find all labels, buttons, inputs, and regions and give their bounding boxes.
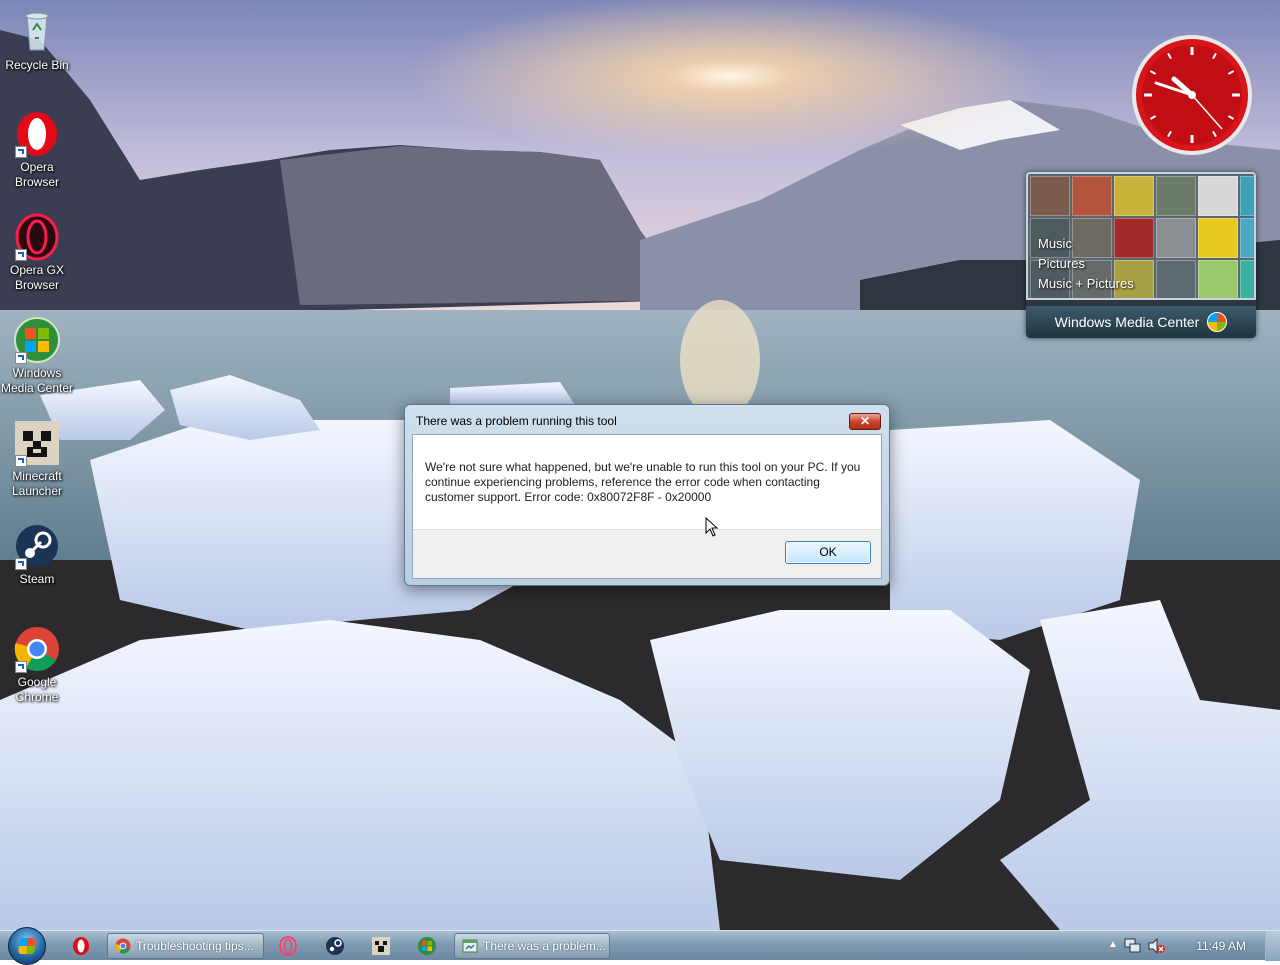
media-tile <box>1030 176 1070 216</box>
media-menu-music[interactable]: Music <box>1038 234 1134 254</box>
desktop-icon-label: Steam <box>19 572 55 586</box>
media-tile <box>1156 176 1196 216</box>
error-dialog[interactable]: There was a problem running this tool ✕ … <box>404 404 890 586</box>
media-tile <box>1198 176 1238 216</box>
opera-gx-icon <box>13 213 61 261</box>
chrome-icon <box>115 938 131 954</box>
windows-logo-icon <box>18 938 36 954</box>
volume-muted-icon[interactable] <box>1148 938 1166 954</box>
shortcut-arrow-icon <box>15 558 27 570</box>
ok-button[interactable]: OK <box>785 541 871 564</box>
desktop-icon-steam[interactable]: Steam <box>0 522 74 587</box>
tool-icon <box>462 939 478 953</box>
opera-icon[interactable] <box>71 936 91 956</box>
taskbar-button-label: There was a problem... <box>483 939 606 953</box>
desktop-icon-minecraft-launcher[interactable]: Minecraft Launcher <box>0 419 74 499</box>
media-tile <box>1240 218 1254 258</box>
desktop-icon-label: Opera Browser <box>14 160 59 189</box>
media-center-gadget[interactable]: Music Pictures Music + Pictures Windows … <box>1026 172 1256 338</box>
desktop-icon-recycle-bin[interactable]: Recycle Bin <box>0 8 74 73</box>
mouse-cursor-icon <box>705 517 719 537</box>
desktop-icon-opera[interactable]: Opera Browser <box>0 110 74 190</box>
taskbar: Troubleshooting tips... There was a prob… <box>0 927 1280 965</box>
media-tile <box>1072 176 1112 216</box>
dialog-body: We're not sure what happened, but we're … <box>412 434 882 579</box>
opera-icon <box>13 110 61 158</box>
shortcut-arrow-icon <box>15 249 27 261</box>
network-icon[interactable] <box>1124 938 1142 954</box>
chrome-icon <box>13 625 61 673</box>
windows-media-center-icon <box>13 316 61 364</box>
taskbar-clock[interactable]: 11:49 AM <box>1196 939 1246 953</box>
shortcut-arrow-icon <box>15 352 27 364</box>
media-tile <box>1114 176 1154 216</box>
system-tray: ▲ 11:49 AM <box>1098 931 1258 961</box>
media-tile <box>1240 260 1254 298</box>
dialog-close-button[interactable]: ✕ <box>849 413 881 430</box>
taskbar-button-error-dialog[interactable]: There was a problem... <box>454 933 610 959</box>
shortcut-arrow-icon <box>15 146 27 158</box>
desktop-icon-label: Google Chrome <box>15 675 59 704</box>
desktop-icon-label: Recycle Bin <box>5 58 69 72</box>
dialog-footer: OK <box>413 529 881 578</box>
desktop-icon-label: Minecraft Launcher <box>11 469 63 498</box>
steam-icon[interactable] <box>325 936 345 956</box>
media-tile <box>1156 260 1196 298</box>
media-center-title-bar[interactable]: Windows Media Center <box>1026 306 1256 338</box>
show-desktop-button[interactable] <box>1265 931 1280 961</box>
desktop-icon-label: Opera GX Browser <box>9 263 65 292</box>
taskbar-button-chrome[interactable]: Troubleshooting tips... <box>107 933 264 959</box>
media-tile <box>1156 218 1196 258</box>
shortcut-arrow-icon <box>15 661 27 673</box>
windows-logo-icon <box>1207 312 1228 332</box>
minecraft-icon <box>13 419 61 467</box>
desktop-icon-windows-media-center[interactable]: Windows Media Center <box>0 316 74 396</box>
desktop-icon-opera-gx[interactable]: Opera GX Browser <box>0 213 74 293</box>
desktop-icon-label: Windows Media Center <box>0 366 74 395</box>
windows-media-center-icon[interactable] <box>417 936 437 956</box>
media-center-title: Windows Media Center <box>1054 314 1200 330</box>
desktop-icon-google-chrome[interactable]: Google Chrome <box>0 625 74 705</box>
opera-gx-icon[interactable] <box>278 936 298 956</box>
media-menu-pictures[interactable]: Pictures <box>1038 254 1134 274</box>
dialog-message: We're not sure what happened, but we're … <box>425 460 861 504</box>
steam-icon <box>13 522 61 570</box>
media-tile <box>1198 260 1238 298</box>
recycle-bin-icon <box>13 8 61 56</box>
media-tile <box>1198 218 1238 258</box>
shortcut-arrow-icon <box>15 455 27 467</box>
media-center-tiles[interactable]: Music Pictures Music + Pictures <box>1026 172 1256 300</box>
show-hidden-icons-button[interactable]: ▲ <box>1108 939 1118 950</box>
taskbar-button-label: Troubleshooting tips... <box>136 939 254 953</box>
dialog-title: There was a problem running this tool <box>416 414 617 428</box>
media-tile <box>1240 176 1254 216</box>
clock-gadget[interactable] <box>1130 33 1254 157</box>
start-button[interactable] <box>8 927 46 965</box>
minecraft-icon[interactable] <box>371 936 391 956</box>
media-menu-music-pictures[interactable]: Music + Pictures <box>1038 274 1134 294</box>
